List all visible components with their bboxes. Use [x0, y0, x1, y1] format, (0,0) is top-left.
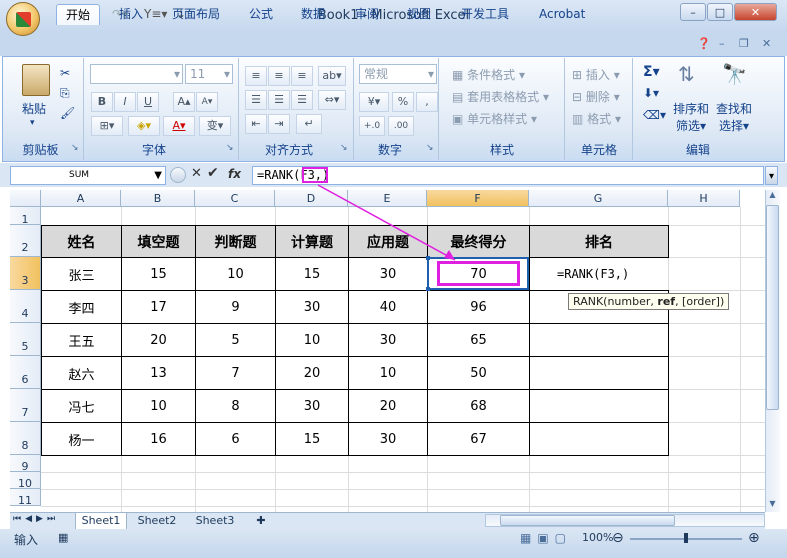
- macro-record-icon[interactable]: ▦: [58, 531, 68, 544]
- office-logo-icon: [16, 12, 31, 27]
- view-buttons-icon[interactable]: ▦▣▢: [520, 531, 572, 545]
- sheet-tab-3[interactable]: Sheet3: [189, 513, 241, 529]
- zoom-out-icon[interactable]: ⊖: [612, 530, 624, 546]
- zoom-level[interactable]: 100%: [582, 531, 613, 544]
- horizontal-scroll-thumb[interactable]: [500, 515, 675, 526]
- zoom-slider-thumb[interactable]: [684, 533, 688, 543]
- annotation-arrow: [317, 184, 456, 261]
- tooltip-prefix: RANK(number,: [573, 295, 658, 308]
- status-bar: [0, 529, 787, 558]
- zoom-in-icon[interactable]: ⊕: [748, 530, 760, 546]
- tooltip-suffix: , [order]): [675, 295, 725, 308]
- sheet-tab-2[interactable]: Sheet2: [131, 513, 183, 529]
- status-mode: 输入: [14, 533, 39, 547]
- tooltip-bold: ref: [657, 295, 676, 308]
- scroll-down-icon[interactable]: ▼: [766, 499, 779, 508]
- sheet-tab-1[interactable]: Sheet1: [75, 513, 127, 530]
- office-button[interactable]: [6, 2, 40, 36]
- vertical-scroll-thumb[interactable]: [766, 205, 779, 410]
- new-sheet-icon[interactable]: ✚: [250, 513, 272, 529]
- scroll-up-icon[interactable]: ▲: [766, 190, 779, 199]
- sheet-nav-icons[interactable]: ⏮◀▶⏭: [13, 514, 59, 524]
- function-tooltip: RANK(number, ref, [order]): [568, 293, 730, 310]
